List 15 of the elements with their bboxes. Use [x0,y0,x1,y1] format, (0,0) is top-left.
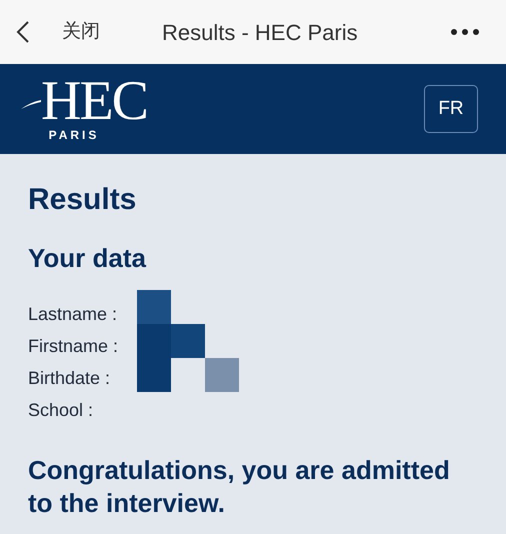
close-link[interactable]: 关闭 [62,18,100,46]
logo-text: HEC [41,74,147,128]
section-title: Your data [28,242,148,274]
admission-message: Congratulations, you are admitted to the interview. [28,454,451,520]
language-button[interactable]: FR [424,85,478,133]
field-label: School : [28,399,94,422]
page-title: Results - HEC Paris [162,18,358,46]
field-label: Firstname : [28,335,120,358]
field-label: Lastname : [28,303,118,326]
field-label: Birthdate : [28,367,112,390]
logo-subtext: PARIS [48,127,100,144]
more-icon[interactable] [450,28,480,36]
swoosh-icon [21,98,41,110]
results-heading: Results [28,182,138,218]
back-icon[interactable] [16,20,30,44]
